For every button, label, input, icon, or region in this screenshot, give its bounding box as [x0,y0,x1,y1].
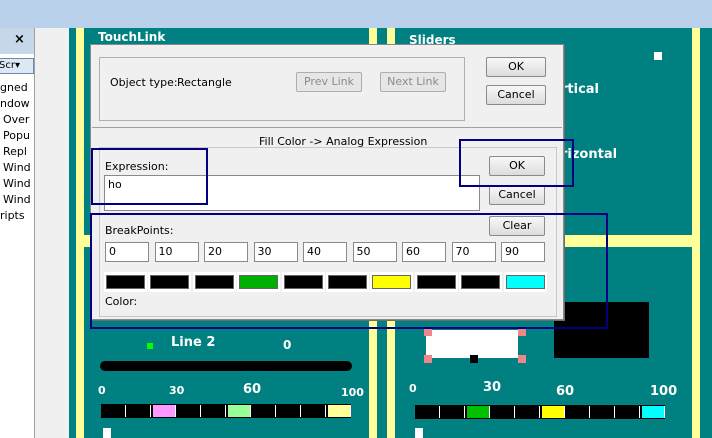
object-type-label: Object type: [110,76,178,89]
yellow-border-left [76,28,84,438]
left-tree-panel: × Scr▾ gned ndow Over Popu Repl Wind Win… [0,28,35,438]
resize-handle[interactable] [424,328,432,336]
line2-value: 0 [283,338,292,352]
tick-label: 30 [483,380,502,395]
tree-item[interactable]: ndow [0,96,34,112]
bar-segment [492,406,515,418]
bar-segment [128,405,151,417]
tree-list: gned ndow Over Popu Repl Wind Wind Wind … [0,80,34,224]
cancel-top-button[interactable]: Cancel [486,85,546,105]
prev-link-button[interactable]: Prev Link [296,72,362,92]
selected-rectangle[interactable] [426,330,518,358]
divider [92,127,562,128]
white-marker [654,52,662,60]
green-dot-icon [147,343,153,349]
ok-top-button[interactable]: OK [486,57,546,77]
resize-handle[interactable] [518,355,526,363]
touchlink-title: TouchLink [98,30,166,44]
bar-segment [278,405,301,417]
tree-item[interactable]: Repl [0,144,34,160]
bar-segment [517,406,540,418]
highlight-expression [91,148,208,205]
close-icon[interactable]: × [14,32,25,47]
bar-segment [103,405,126,417]
tick-label: 60 [243,382,262,397]
highlight-ok [459,139,574,187]
bar-segment [253,405,276,417]
panel-gap [35,28,69,438]
bar-segment [467,406,490,418]
tree-item[interactable]: ripts [0,208,34,224]
bar-segment [592,406,615,418]
selected-tree-item[interactable]: Scr▾ [0,58,34,74]
slider-thumb[interactable] [103,428,111,438]
highlight-breakpoints [90,213,608,329]
tree-item[interactable]: gned [0,80,34,96]
line2-label: Line 2 [171,335,216,350]
bar-segment [642,406,665,418]
slider-track[interactable] [100,361,352,371]
bar-segment [567,406,590,418]
resize-handle[interactable] [470,355,478,363]
next-link-button[interactable]: Next Link [380,72,446,92]
resize-handle[interactable] [424,355,432,363]
bar-segment [178,405,201,417]
object-type-value: Rectangle [177,76,232,89]
slider-thumb[interactable] [415,428,423,438]
bar-segment [303,405,326,417]
right-color-bar [415,405,665,419]
tick-label: 30 [169,384,185,397]
bar-segment [417,406,440,418]
tick-label: 60 [556,384,575,399]
tick-label: 0 [98,384,106,397]
top-bar [0,0,712,28]
cancel-button[interactable]: Cancel [489,185,545,205]
tree-item[interactable]: Over [0,112,34,128]
resize-handle[interactable] [518,328,526,336]
bar-segment [228,405,251,417]
left-color-bar [101,404,351,418]
tree-item[interactable]: Wind [0,192,34,208]
tick-label: 100 [650,384,678,399]
tree-item[interactable]: Popu [0,128,34,144]
panel-header: × [0,28,34,54]
tick-label: 100 [341,386,364,399]
bar-segment [328,405,351,417]
vertical-label: rtical [561,82,600,97]
bar-segment [442,406,465,418]
yellow-border-right [692,28,700,438]
bar-segment [542,406,565,418]
bar-segment [203,405,226,417]
tick-label: 0 [409,382,417,395]
bar-segment [153,405,176,417]
bar-segment [617,406,640,418]
tree-item[interactable]: Wind [0,176,34,192]
tree-item[interactable]: Wind [0,160,34,176]
